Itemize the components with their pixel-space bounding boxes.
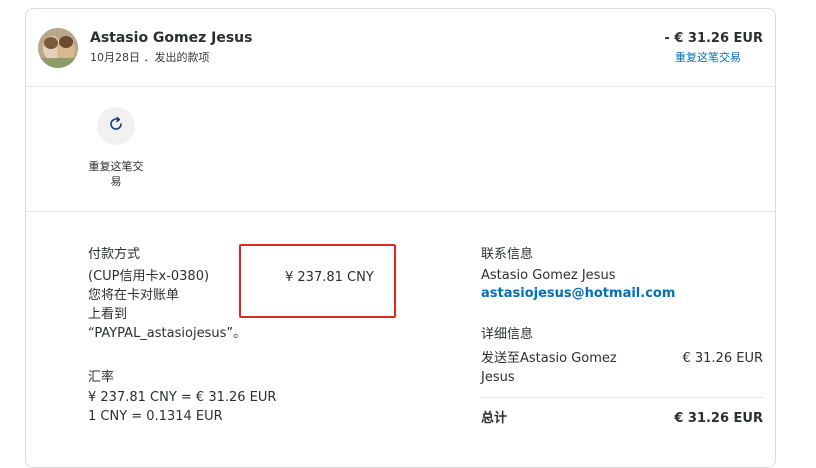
payment-method-heading: 付款方式	[88, 247, 141, 262]
sent-amount: € 31.26 EUR	[682, 351, 763, 366]
payee-name: Astasio Gomez Jesus	[90, 30, 253, 46]
statement-descriptor: “PAYPAL_astasiojesus”。	[88, 326, 247, 341]
contact-name: Astasio Gomez Jesus	[481, 268, 616, 283]
transaction-amount: - € 31.26 EUR	[664, 31, 763, 46]
payment-card-info: (CUP信用卡x-0380)	[88, 269, 210, 284]
exchange-rate-heading: 汇率	[88, 370, 115, 385]
repeat-button-circle[interactable]	[97, 107, 135, 145]
contact-email-link[interactable]: astasiojesus@hotmail.com	[481, 286, 675, 301]
exchange-rate-conversion: ¥ 237.81 CNY = € 31.26 EUR	[88, 390, 277, 405]
transaction-date: 10月28日 ．发出的款项	[90, 51, 210, 64]
payment-method-details: (CUP信用卡x-0380) 您将在卡对账单 上看到 “PAYPAL_astas…	[88, 267, 248, 343]
payment-amount-cny: ¥ 237.81 CNY	[285, 270, 374, 285]
details-heading: 详细信息	[481, 327, 534, 342]
avatar	[38, 28, 78, 68]
exchange-rate-details: ¥ 237.81 CNY = € 31.26 EUR 1 CNY = 0.131…	[88, 388, 276, 426]
repeat-transaction-label: 重复这笔交易	[88, 160, 144, 188]
transaction-header: Astasio Gomez Jesus 10月28日 ．发出的款项 - € 31…	[26, 9, 775, 87]
total-divider	[481, 397, 764, 398]
actions-section: 重复这笔交易	[26, 87, 775, 212]
total-amount: € 31.26 EUR	[674, 411, 763, 426]
sent-to-label: 发送至Astasio Gomez Jesus	[481, 349, 661, 387]
statement-note-line2: 上看到	[88, 307, 128, 322]
exchange-rate-unit: 1 CNY = 0.1314 EUR	[88, 409, 223, 424]
sent-to-line1: 发送至Astasio Gomez	[481, 351, 617, 366]
repeat-transaction-button[interactable]: 重复这笔交易	[80, 107, 152, 189]
sent-to-line2: Jesus	[481, 370, 515, 385]
repeat-transaction-link[interactable]: 重复这笔交易	[675, 49, 741, 65]
statement-note-line1: 您将在卡对账单	[88, 288, 180, 303]
contact-info-heading: 联系信息	[481, 247, 534, 262]
total-label: 总计	[481, 411, 508, 426]
transaction-card: Astasio Gomez Jesus 10月28日 ．发出的款项 - € 31…	[25, 8, 776, 468]
refresh-icon	[108, 116, 124, 136]
